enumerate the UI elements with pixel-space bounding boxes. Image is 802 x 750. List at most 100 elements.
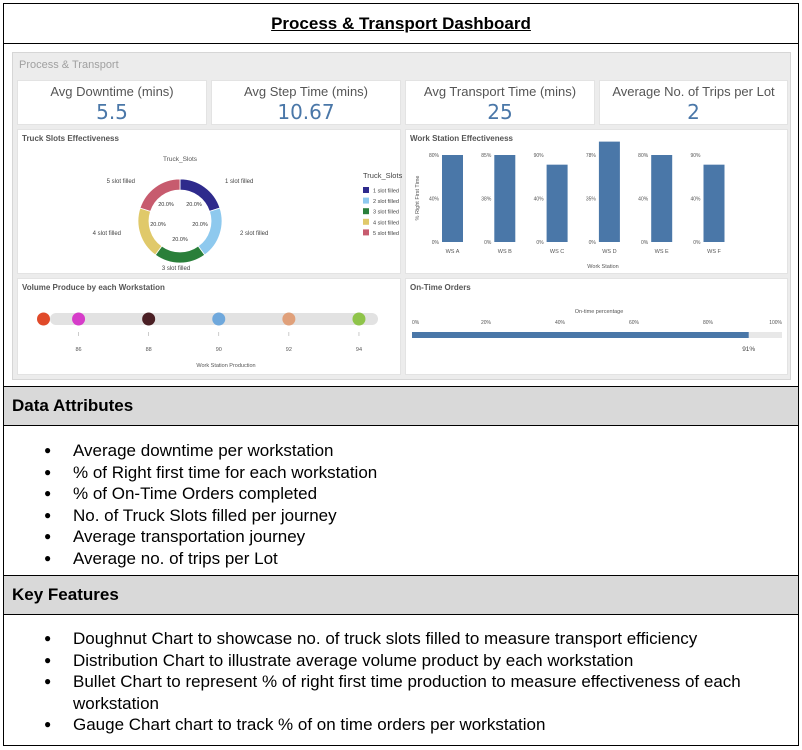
list-item: % of Right first time for each workstati… bbox=[44, 462, 377, 484]
legend-swatch bbox=[363, 197, 369, 204]
ws-effectiveness-bar-chart: % Right First Time 80% 40% 0% WS A 85% 38% 0% WS… bbox=[415, 141, 725, 270]
legend-label: 5 slot filled bbox=[373, 231, 399, 237]
x-tick-label: 86 bbox=[75, 347, 81, 353]
x-axis-label: On-time percentage bbox=[575, 309, 624, 315]
volume-distribution-chart: 86 88 90 92 94 Work Station Production bbox=[37, 312, 378, 369]
y-tick-label: 85% bbox=[481, 153, 492, 159]
data-point bbox=[72, 312, 86, 326]
list-item: Average no. of trips per Lot bbox=[44, 548, 377, 570]
legend-swatch bbox=[363, 229, 369, 236]
x-tick-label: WS B bbox=[498, 249, 512, 255]
donut-slice bbox=[137, 207, 163, 256]
x-tick-label: 0% bbox=[412, 320, 420, 326]
slice-category-label: 1 slot filled bbox=[225, 179, 253, 185]
kpi-value: 2 bbox=[687, 100, 700, 124]
x-tick-label: 20% bbox=[481, 320, 492, 326]
y-tick-label: 35% bbox=[586, 197, 597, 203]
legend-title: Truck_Slots bbox=[363, 171, 402, 180]
x-tick-label: 90 bbox=[216, 347, 222, 353]
bar bbox=[598, 141, 620, 242]
ws-effectiveness-panel[interactable]: Work Station Effectiveness % Right First… bbox=[405, 129, 788, 274]
legend-swatch bbox=[363, 218, 369, 225]
title-row: Process & Transport Dashboard bbox=[4, 4, 798, 44]
list-item: % of On-Time Orders completed bbox=[44, 483, 377, 505]
x-tick-label: 40% bbox=[555, 320, 566, 326]
data-point bbox=[37, 312, 51, 326]
y-tick-label: 40% bbox=[429, 197, 440, 203]
y-tick-label: 90% bbox=[690, 153, 701, 159]
x-tick-label: 100% bbox=[769, 320, 782, 326]
x-tick-label: 94 bbox=[356, 347, 362, 353]
y-tick-label: 0% bbox=[693, 240, 701, 246]
truck-slots-donut-chart: Truck_Slots 20.0% 1 slot filled 20.0% 2 slot… bbox=[93, 156, 402, 272]
slice-value-label: 20.0% bbox=[150, 222, 166, 228]
slice-value-label: 20.0% bbox=[192, 222, 208, 228]
data-point bbox=[142, 312, 156, 326]
gauge-bar bbox=[412, 332, 749, 338]
kpi-label: Avg Transport Time (mins) bbox=[423, 84, 577, 99]
legend-label: 2 slot filled bbox=[373, 199, 399, 205]
x-tick-label: 88 bbox=[146, 347, 152, 353]
x-tick-label: WS A bbox=[446, 249, 460, 255]
bar bbox=[442, 155, 463, 242]
y-tick-label: 0% bbox=[536, 240, 544, 246]
kpi-label: Average No. of Trips per Lot bbox=[612, 84, 775, 99]
kpi-avg-downtime[interactable]: Avg Downtime (mins) 5.5 bbox=[17, 80, 207, 125]
on-time-gauge-chart: On-time percentage 0% 20% 40% 60% 80% 100% 91% bbox=[412, 309, 783, 353]
x-tick-label: WS E bbox=[655, 249, 669, 255]
slice-category-label: 5 slot filled bbox=[107, 179, 135, 185]
dashboard-sheet-title: Process & Transport bbox=[19, 59, 119, 71]
x-tick-label: WS F bbox=[707, 249, 721, 255]
key-features-list: Doughnut Chart to showcase no. of truck … bbox=[44, 628, 784, 736]
y-tick-label: 0% bbox=[484, 240, 492, 246]
data-label: 91% bbox=[742, 346, 755, 353]
on-time-panel[interactable]: On-Time Orders On-time percentage 0% 20% 40… bbox=[405, 278, 788, 375]
slice-category-label: 4 slot filled bbox=[93, 231, 121, 237]
kpi-avg-trips-per-lot[interactable]: Average No. of Trips per Lot 2 bbox=[599, 80, 788, 125]
key-features-heading: Key Features bbox=[4, 575, 798, 615]
chart-subtitle: Truck_Slots bbox=[163, 156, 198, 163]
bar bbox=[703, 164, 725, 242]
list-item: Gauge Chart chart to track % of on time … bbox=[44, 714, 784, 736]
y-tick-label: 40% bbox=[534, 197, 545, 203]
y-tick-label: 78% bbox=[586, 153, 597, 159]
y-tick-label: 38% bbox=[481, 197, 492, 203]
list-item: Bullet Chart to represent % of right fir… bbox=[44, 671, 784, 714]
bar bbox=[494, 155, 516, 242]
list-item: Average transportation journey bbox=[44, 526, 377, 548]
y-tick-label: 80% bbox=[638, 153, 649, 159]
kpi-value: 5.5 bbox=[96, 100, 128, 124]
donut-slice bbox=[154, 245, 206, 264]
y-tick-label: 0% bbox=[641, 240, 649, 246]
slice-value-label: 20.0% bbox=[172, 237, 188, 243]
x-axis-label: Work Station Production bbox=[196, 363, 255, 369]
list-item: Average downtime per workstation bbox=[44, 440, 377, 462]
list-item: Distribution Chart to illustrate average… bbox=[44, 650, 784, 672]
x-tick-label: WS C bbox=[550, 249, 564, 255]
x-tick-label: 80% bbox=[703, 320, 714, 326]
list-item: No. of Truck Slots filled per journey bbox=[44, 505, 377, 527]
kpi-label: Avg Downtime (mins) bbox=[50, 84, 174, 99]
slice-category-label: 3 slot filled bbox=[162, 266, 190, 272]
y-tick-label: 80% bbox=[429, 153, 440, 159]
y-tick-label: 40% bbox=[690, 197, 701, 203]
kpi-value: 10.67 bbox=[277, 100, 335, 124]
x-tick-label: WS D bbox=[602, 249, 616, 255]
data-point bbox=[352, 312, 366, 326]
y-axis-label: % Right First Time bbox=[415, 176, 421, 221]
truck-slots-panel[interactable]: Truck Slots Effectiveness Truck_Slots 20.… bbox=[17, 129, 402, 274]
y-tick-label: 0% bbox=[432, 240, 440, 246]
data-point bbox=[212, 312, 226, 326]
bar bbox=[651, 155, 673, 242]
kpi-value: 25 bbox=[487, 100, 513, 124]
x-tick-label: 60% bbox=[629, 320, 640, 326]
data-attributes-heading: Data Attributes bbox=[4, 386, 798, 426]
dashboard-screenshot: Process & Transport Avg Downtime (mins) … bbox=[12, 52, 791, 380]
kpi-avg-transport-time[interactable]: Avg Transport Time (mins) 25 bbox=[405, 80, 595, 125]
kpi-avg-step-time[interactable]: Avg Step Time (mins) 10.67 bbox=[211, 80, 401, 125]
donut-slice bbox=[197, 207, 223, 256]
list-item: Doughnut Chart to showcase no. of truck … bbox=[44, 628, 784, 650]
volume-panel[interactable]: Volume Produce by each Workstation 86 88 9… bbox=[17, 278, 401, 375]
slice-category-label: 2 slot filled bbox=[240, 231, 268, 237]
y-tick-label: 0% bbox=[589, 240, 597, 246]
